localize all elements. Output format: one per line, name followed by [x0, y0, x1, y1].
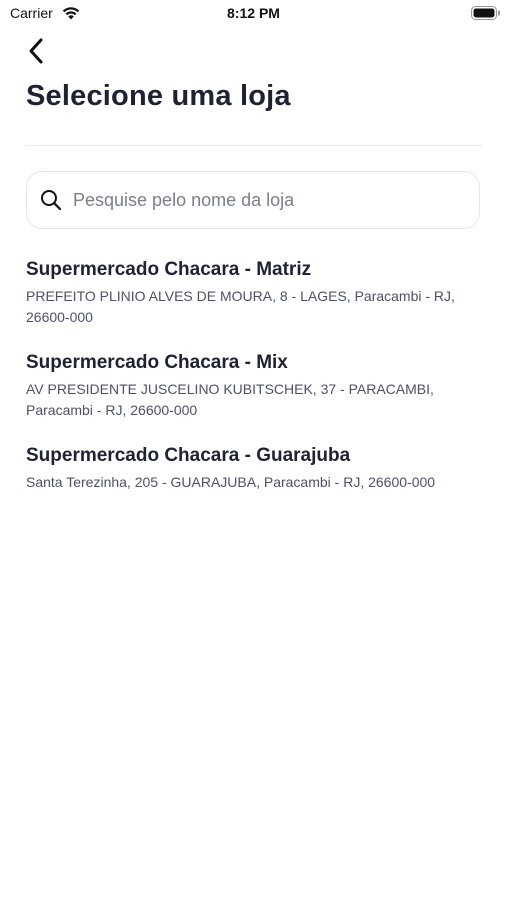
- chevron-left-icon: [26, 37, 46, 70]
- store-name: Supermercado Chacara - Mix: [26, 352, 288, 373]
- search-input[interactable]: [71, 188, 465, 212]
- store-name: Supermercado Chacara - Guarajuba: [26, 445, 351, 466]
- store-item-matriz[interactable]: Supermercado Chacara - Matriz PREFEITO P…: [26, 257, 482, 350]
- search-box[interactable]: [26, 171, 480, 229]
- store-address: Santa Terezinha, 205 - GUARAJUBA, Paraca…: [26, 474, 436, 490]
- store-item-guarajuba[interactable]: Supermercado Chacara - Guarajuba Santa T…: [26, 443, 482, 536]
- store-item-mix[interactable]: Supermercado Chacara - Mix AV PRESIDENTE…: [26, 350, 482, 443]
- battery-icon: [471, 6, 501, 20]
- store-name: Supermercado Chacara - Matriz: [26, 259, 312, 280]
- store-list: Supermercado Chacara - Matriz PREFEITO P…: [26, 257, 482, 536]
- back-button[interactable]: [26, 36, 60, 70]
- status-bar: Carrier 8:12 PM: [0, 0, 507, 28]
- header-divider: [26, 145, 482, 146]
- store-address: PREFEITO PLINIO ALVES DE MOURA, 8 - LAGE…: [26, 288, 455, 325]
- status-time: 8:12 PM: [227, 5, 280, 21]
- store-address: AV PRESIDENTE JUSCELINO KUBITSCHEK, 37 -…: [26, 381, 434, 418]
- search-icon: [39, 188, 63, 212]
- page-title: Selecione uma loja: [26, 80, 291, 112]
